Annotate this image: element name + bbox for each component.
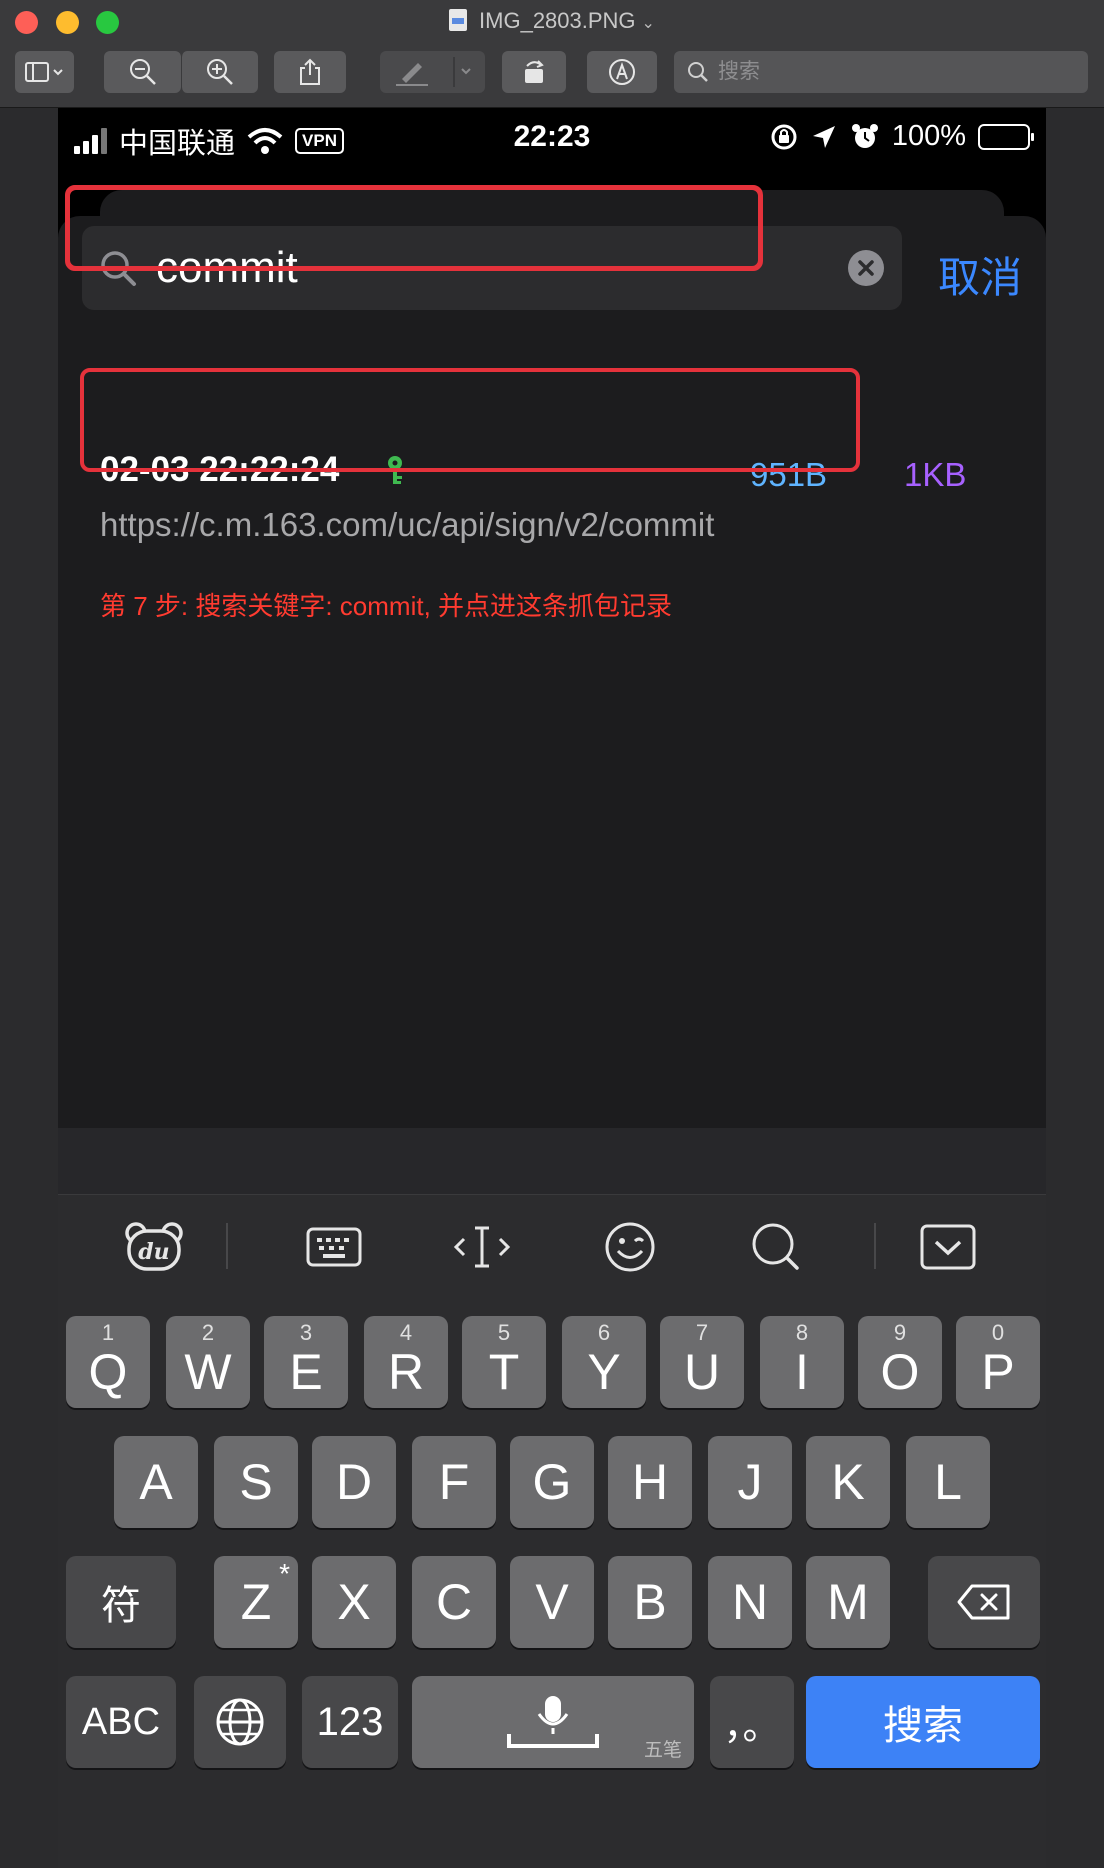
key-r[interactable]: 4R — [364, 1316, 448, 1408]
hide-keyboard-icon[interactable] — [916, 1217, 980, 1277]
key-v[interactable]: V — [510, 1556, 594, 1648]
chevron-down-icon: ⌄ — [641, 15, 655, 32]
step-annotation: 第 7 步: 搜索关键字: commit, 并点进这条抓包记录 — [100, 591, 673, 621]
annotation-highlight-search-outer — [65, 185, 763, 271]
key-z[interactable]: * Z — [214, 1556, 298, 1648]
key-p[interactable]: 0P — [956, 1316, 1040, 1408]
key-h[interactable]: H — [608, 1436, 692, 1528]
share-icon — [300, 58, 320, 85]
markup-toolbar-button[interactable] — [587, 51, 657, 93]
space-key[interactable]: 五笔 — [412, 1676, 694, 1768]
key-k[interactable]: K — [806, 1436, 890, 1528]
key-w[interactable]: 2W — [166, 1316, 250, 1408]
input-method-label: 五笔 — [643, 1740, 682, 1761]
sidebar-icon — [24, 62, 63, 82]
battery-percent: 100% — [891, 120, 966, 152]
record-url: https://c.m.163.com/uc/api/sign/v2/commi… — [100, 506, 715, 543]
window-title-text: IMG_2803.PNG — [479, 8, 636, 33]
key-u[interactable]: 7U — [660, 1316, 744, 1408]
key-y[interactable]: 6Y — [562, 1316, 646, 1408]
png-file-icon — [449, 9, 468, 31]
emoji-icon[interactable] — [598, 1217, 662, 1277]
backspace-icon — [957, 1584, 1010, 1620]
key-l[interactable]: L — [906, 1436, 990, 1528]
key-s[interactable]: S — [214, 1436, 298, 1528]
alarm-clock-icon — [851, 123, 878, 148]
toolbar-divider — [226, 1223, 228, 1269]
key-t[interactable]: 5T — [462, 1316, 546, 1408]
key-g[interactable]: G — [510, 1436, 594, 1528]
clear-search-button[interactable] — [848, 250, 884, 286]
location-arrow-icon — [812, 125, 835, 148]
abc-key[interactable]: ABC — [66, 1676, 176, 1768]
key-e[interactable]: 3E — [264, 1316, 348, 1408]
key-c[interactable]: C — [412, 1556, 496, 1648]
rotation-lock-icon — [771, 124, 797, 149]
svg-text:du: du — [138, 1239, 169, 1265]
key-f[interactable]: F — [412, 1436, 496, 1528]
pen-icon — [395, 57, 471, 87]
globe-key[interactable] — [194, 1676, 286, 1768]
preview-search-input[interactable] — [718, 60, 1058, 84]
preview-search-field[interactable] — [674, 51, 1088, 93]
markup-icon — [609, 59, 635, 85]
punctuation-key[interactable]: ，。 — [710, 1676, 794, 1768]
search-submit-key[interactable]: 搜索 — [806, 1676, 1040, 1768]
preview-titlebar: IMG_2803.PNG ⌄ — [0, 0, 1104, 108]
close-icon — [858, 260, 874, 276]
key-x[interactable]: X — [312, 1556, 396, 1648]
delete-key[interactable] — [928, 1556, 1040, 1648]
markup-pen-button[interactable] — [380, 51, 485, 93]
globe-icon — [216, 1698, 264, 1746]
key-a[interactable]: A — [114, 1436, 198, 1528]
key-i[interactable]: 8I — [760, 1316, 844, 1408]
phone-screenshot: 中国联通 VPN 22:23 100% 取消 02-03 22:22:24 95… — [58, 108, 1046, 1868]
cursor-move-icon[interactable] — [450, 1217, 514, 1277]
numbers-key[interactable]: 123 — [302, 1676, 398, 1768]
keyboard: 1Q 2W 3E 4R 5T 6Y 7U 8I 9O 0P A S D F G … — [58, 1296, 1046, 1868]
key-b[interactable]: B — [608, 1556, 692, 1648]
window-title[interactable]: IMG_2803.PNG ⌄ — [0, 8, 1104, 34]
key-n[interactable]: N — [708, 1556, 792, 1648]
battery-charging-icon — [978, 123, 1034, 150]
candidate-strip — [58, 1128, 1046, 1194]
search-icon — [688, 62, 708, 82]
key-j[interactable]: J — [708, 1436, 792, 1528]
zoom-out-button[interactable] — [104, 51, 181, 93]
key-q[interactable]: 1Q — [66, 1316, 150, 1408]
cancel-search-link[interactable]: 取消 — [938, 244, 1022, 305]
key-o[interactable]: 9O — [858, 1316, 942, 1408]
toolbar-divider — [874, 1223, 876, 1269]
zoom-in-icon — [207, 59, 233, 85]
zoom-in-button[interactable] — [181, 51, 258, 93]
keyboard-toolbar: du — [58, 1194, 1046, 1296]
search-icon[interactable] — [744, 1217, 808, 1277]
response-size: 1KB — [904, 456, 967, 493]
annotation-highlight-record — [80, 368, 860, 472]
keyboard-layout-icon[interactable] — [302, 1217, 366, 1277]
status-bar: 中国联通 VPN 22:23 100% — [58, 108, 1046, 170]
symbols-key[interactable]: 符 — [66, 1556, 176, 1648]
key-m[interactable]: M — [806, 1556, 890, 1648]
rotate-icon — [525, 60, 544, 83]
sidebar-toggle-button[interactable] — [15, 51, 74, 93]
zoom-out-icon — [129, 59, 156, 85]
rotate-button[interactable] — [502, 51, 566, 93]
share-button[interactable] — [274, 51, 346, 93]
microphone-icon — [507, 1696, 599, 1748]
baidu-ime-logo-icon[interactable]: du — [122, 1217, 186, 1277]
key-d[interactable]: D — [312, 1436, 396, 1528]
